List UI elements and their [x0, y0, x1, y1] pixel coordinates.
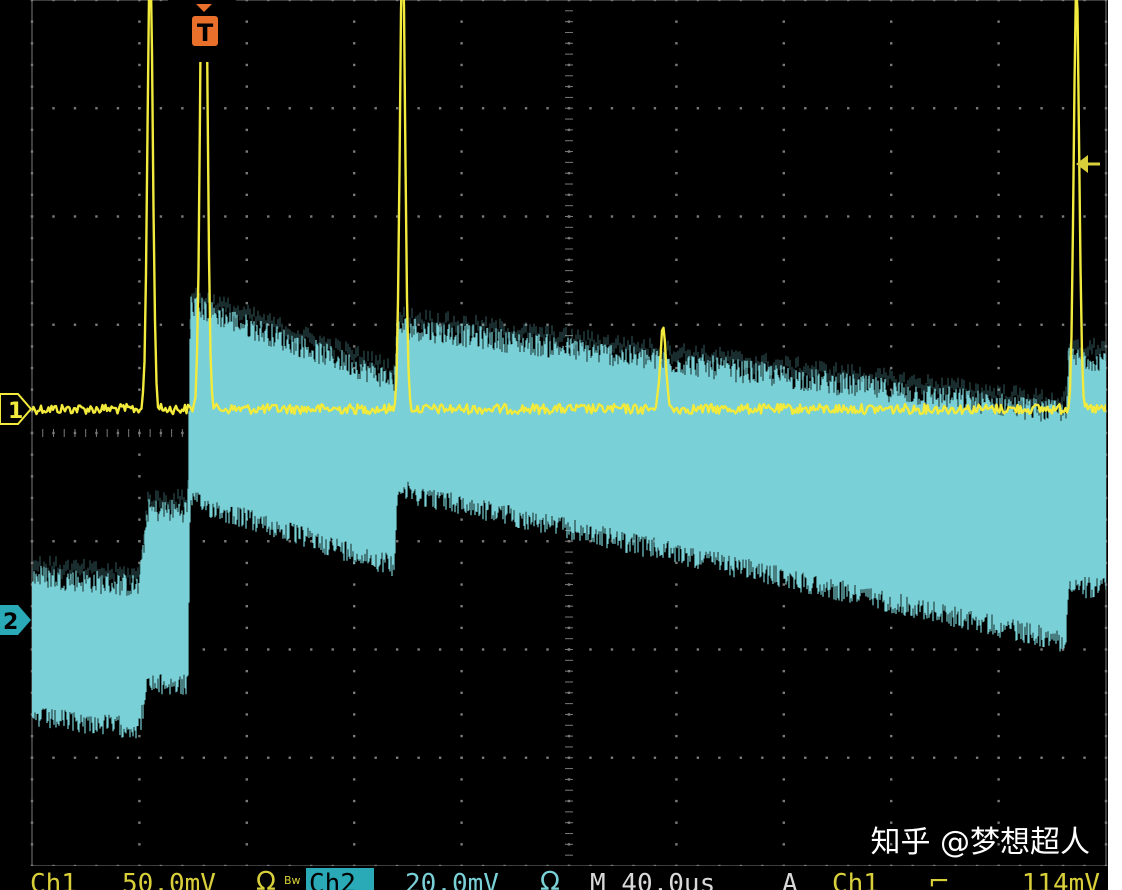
status-bar: Ch1 50.0mV Ω Bw Ch2 20.0mV Ω M 40.0us A … [0, 866, 1108, 890]
trigger-source: Ch1 [832, 869, 879, 890]
ch1-marker-label: 1 [8, 399, 23, 424]
trigger-slope-icon: ⌐ [928, 867, 950, 890]
ch2-scale: 20.0mV [405, 869, 499, 890]
oscilloscope-screen: T 1 2 知乎 @梦想超人 Ch1 50.0mV Ω Bw Ch2 20.0m… [0, 0, 1122, 890]
timebase: M 40.0us [590, 869, 715, 890]
ch2-coupling-icon: Ω [540, 867, 560, 890]
ch1-label: Ch1 [30, 869, 77, 890]
trigger-position-marker: T [168, 0, 236, 62]
ch2-marker-label: 2 [3, 610, 18, 635]
watermark: 知乎 @梦想超人 [870, 825, 1090, 860]
ch1-coupling-icon: Ω [256, 867, 276, 890]
ch1-bandwidth-icon: Bw [284, 874, 301, 887]
ch2-label: Ch2 [309, 869, 356, 890]
ch1-scale: 50.0mV [122, 869, 216, 890]
trigger-level: 114mV [1022, 869, 1100, 890]
trigger-marker-label: T [197, 19, 214, 47]
trigger-mode: A [782, 869, 798, 890]
